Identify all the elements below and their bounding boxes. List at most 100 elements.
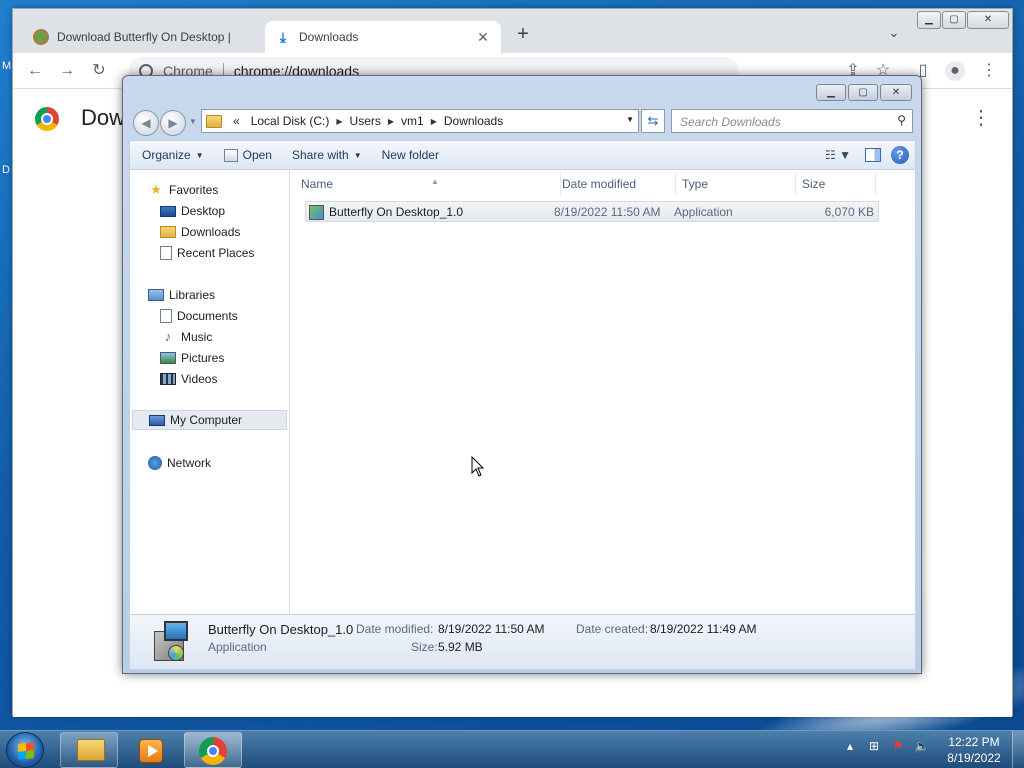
details-date-modified: 8/19/2022 11:50 AM bbox=[438, 622, 545, 636]
column-header-date-modified[interactable]: Date modified bbox=[556, 172, 676, 196]
file-date-modified: 8/19/2022 11:50 AM bbox=[554, 205, 661, 219]
column-label: Date modified bbox=[562, 177, 637, 191]
nav-item-libraries[interactable]: Libraries bbox=[148, 285, 215, 305]
breadcrumb-arrow-icon[interactable]: ▶ bbox=[336, 117, 342, 126]
chrome-minimize-button[interactable]: ▁ bbox=[917, 11, 941, 29]
file-size: 6,070 KB bbox=[824, 205, 874, 219]
profile-avatar-icon[interactable]: ● bbox=[945, 61, 965, 81]
tab-downloads[interactable]: ⤓ Downloads ✕ bbox=[265, 21, 501, 53]
nav-label: Music bbox=[181, 330, 213, 344]
sort-up-icon: ▲ bbox=[431, 177, 439, 186]
command-bar: Organize ▼ Open Share with ▼ New folder ☷ … bbox=[129, 140, 916, 170]
details-size: 5.92 MB bbox=[438, 640, 483, 654]
nav-label: Documents bbox=[177, 309, 238, 323]
explorer-window: ▁ ▢ ✕ ◀ ▶ ▼ « Local Disk (C:) ▶ Users ▶ … bbox=[122, 75, 922, 674]
nav-label: Desktop bbox=[181, 204, 226, 218]
star-icon: ★ bbox=[150, 182, 162, 197]
tab-search-chevron-icon[interactable]: ⌄ bbox=[885, 25, 903, 43]
desktop-edge-letter: D bbox=[2, 164, 10, 176]
nav-item-recent-places[interactable]: Recent Places bbox=[160, 243, 254, 263]
explorer-minimize-button[interactable]: ▁ bbox=[816, 84, 846, 101]
address-bar[interactable]: « Local Disk (C:) ▶ Users ▶ vm1 ▶ Downlo… bbox=[201, 109, 639, 133]
open-label: Open bbox=[242, 148, 272, 162]
start-orb-icon[interactable] bbox=[6, 732, 44, 768]
nav-label: Videos bbox=[181, 372, 218, 386]
refresh-button[interactable]: ⇆ bbox=[641, 109, 665, 133]
share-with-button[interactable]: Share with ▼ bbox=[282, 141, 372, 169]
page-menu-icon[interactable]: ⋮ bbox=[971, 105, 991, 130]
reload-icon[interactable]: ↻ bbox=[89, 61, 109, 81]
nav-label: Downloads bbox=[181, 225, 241, 239]
show-desktop-button[interactable] bbox=[1012, 731, 1024, 768]
breadcrumb-arrow-icon[interactable]: ▶ bbox=[431, 117, 437, 126]
column-header-name[interactable]: Name ▲ bbox=[295, 172, 561, 196]
search-placeholder: Search Downloads bbox=[680, 115, 781, 129]
details-size-label: Size: bbox=[411, 640, 438, 654]
nav-label: My Computer bbox=[170, 413, 243, 427]
nav-item-favorites[interactable]: ★ Favorites bbox=[148, 180, 218, 200]
chrome-menu-icon[interactable]: ⋮ bbox=[979, 61, 999, 81]
flag-tray-icon[interactable]: ⚑ bbox=[890, 739, 906, 753]
picture-icon bbox=[160, 352, 176, 364]
open-button[interactable]: Open bbox=[214, 141, 282, 169]
forward-button[interactable]: ▶ bbox=[160, 110, 186, 136]
nav-label: Recent Places bbox=[177, 246, 255, 260]
breadcrumb-users[interactable]: Users bbox=[350, 114, 381, 128]
table-row[interactable]: Butterfly On Desktop_1.0 8/19/2022 11:50… bbox=[305, 201, 879, 222]
forward-arrow-icon[interactable]: → bbox=[57, 61, 77, 81]
help-icon[interactable]: ? bbox=[891, 146, 909, 164]
network-tray-icon[interactable]: ⊞ bbox=[866, 739, 882, 753]
nav-item-downloads[interactable]: Downloads bbox=[160, 222, 240, 242]
chrome-maximize-button[interactable]: ▢ bbox=[942, 11, 966, 29]
address-row: ◀ ▶ ▼ « Local Disk (C:) ▶ Users ▶ vm1 ▶ … bbox=[123, 108, 921, 138]
breadcrumb-local-disk[interactable]: Local Disk (C:) bbox=[251, 114, 330, 128]
taskbar-chrome-button[interactable] bbox=[184, 732, 242, 768]
breadcrumb-downloads[interactable]: Downloads bbox=[444, 114, 503, 128]
explorer-close-button[interactable]: ✕ bbox=[880, 84, 912, 101]
preview-pane-icon[interactable] bbox=[865, 148, 881, 162]
nav-item-network[interactable]: Network bbox=[148, 453, 211, 473]
file-list: Name ▲ Date modified Type Size Butterfly… bbox=[291, 170, 917, 614]
folder-icon bbox=[206, 114, 222, 128]
explorer-maximize-button[interactable]: ▢ bbox=[848, 84, 878, 101]
new-tab-button[interactable]: + bbox=[511, 23, 535, 47]
column-header-size[interactable]: Size bbox=[796, 172, 876, 196]
tab-butterfly-download[interactable]: Download Butterfly On Desktop | bbox=[23, 21, 261, 53]
nav-item-pictures[interactable]: Pictures bbox=[160, 348, 224, 368]
taskbar-explorer-button[interactable] bbox=[60, 732, 118, 768]
organize-button[interactable]: Organize ▼ bbox=[130, 141, 214, 169]
address-dropdown-icon[interactable]: ▼ bbox=[626, 115, 634, 124]
taskbar-clock[interactable]: 12:22 PM 8/19/2022 bbox=[940, 734, 1008, 766]
search-input[interactable]: Search Downloads ⚲ bbox=[671, 109, 913, 133]
clock-time: 12:22 PM bbox=[948, 735, 1000, 749]
tray-overflow-icon[interactable]: ▴ bbox=[842, 739, 858, 753]
download-icon: ⤓ bbox=[279, 29, 287, 45]
taskbar-media-player-button[interactable] bbox=[122, 732, 178, 768]
new-folder-button[interactable]: New folder bbox=[372, 141, 449, 169]
details-date-modified-label: Date modified: bbox=[356, 622, 434, 636]
nav-item-my-computer[interactable]: My Computer bbox=[132, 410, 287, 430]
volume-icon[interactable]: 🔈 bbox=[914, 739, 930, 753]
column-header-type[interactable]: Type bbox=[676, 172, 796, 196]
nav-item-documents[interactable]: Documents bbox=[160, 306, 238, 326]
recent-pages-chevron-icon[interactable]: ▼ bbox=[189, 117, 197, 126]
nav-item-music[interactable]: ♪ Music bbox=[160, 327, 213, 347]
close-tab-icon[interactable]: ✕ bbox=[475, 29, 491, 46]
desktop-icon bbox=[160, 205, 176, 217]
content-area: ★ Favorites Desktop Downloads Recent Plac… bbox=[129, 170, 916, 614]
share-with-label: Share with bbox=[291, 148, 349, 162]
breadcrumb-vm1[interactable]: vm1 bbox=[401, 114, 424, 128]
search-icon[interactable]: ⚲ bbox=[897, 113, 906, 127]
nav-label: Libraries bbox=[169, 288, 216, 302]
nav-item-videos[interactable]: Videos bbox=[160, 369, 217, 389]
application-icon bbox=[309, 205, 324, 220]
back-button[interactable]: ◀ bbox=[133, 110, 159, 136]
nav-item-desktop[interactable]: Desktop bbox=[160, 201, 225, 221]
breadcrumb-overflow[interactable]: « bbox=[233, 114, 240, 128]
breadcrumb-arrow-icon[interactable]: ▶ bbox=[388, 117, 394, 126]
change-view-icon[interactable]: ☷ ▼ bbox=[825, 148, 851, 162]
back-arrow-icon[interactable]: ← bbox=[25, 61, 45, 81]
turtle-favicon-icon bbox=[33, 29, 49, 45]
library-icon bbox=[148, 289, 164, 301]
chrome-close-button[interactable]: ✕ bbox=[967, 11, 1009, 29]
